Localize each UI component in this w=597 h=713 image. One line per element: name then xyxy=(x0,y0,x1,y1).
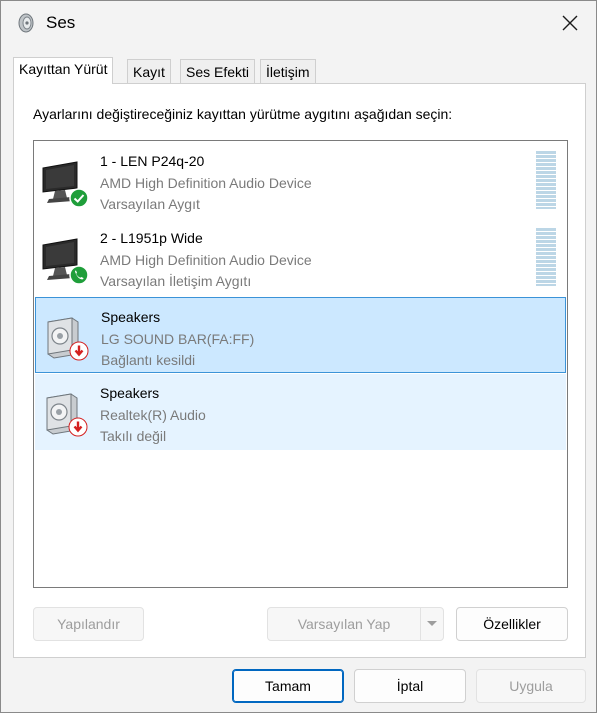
down-arrow-icon xyxy=(69,341,89,361)
device-status: Bağlantı kesildi xyxy=(101,352,196,368)
device-item[interactable]: Speakers Realtek(R) Audio Takılı değil xyxy=(35,374,566,450)
sound-dialog: Ses Kayıttan Yürüt Kayıt Ses Efekti İlet… xyxy=(0,0,597,713)
set-default-dropdown[interactable] xyxy=(420,607,444,641)
phone-icon xyxy=(69,265,89,285)
tab-communications[interactable]: İletişim xyxy=(260,59,316,83)
tab-recording[interactable]: Kayıt xyxy=(127,59,171,83)
device-description: AMD High Definition Audio Device xyxy=(100,175,312,191)
tab-sound-effects[interactable]: Ses Efekti xyxy=(180,59,256,83)
device-description: AMD High Definition Audio Device xyxy=(100,252,312,268)
device-name: Speakers xyxy=(100,385,160,401)
close-button[interactable] xyxy=(544,1,596,45)
device-description: Realtek(R) Audio xyxy=(100,407,206,423)
tab-playback[interactable]: Kayıttan Yürüt xyxy=(13,57,114,84)
apply-button[interactable]: Uygula xyxy=(476,669,586,703)
device-item[interactable]: 2 - L1951p Wide AMD High Definition Audi… xyxy=(35,219,566,295)
volume-meter xyxy=(536,228,556,286)
configure-button[interactable]: Yapılandır xyxy=(33,607,144,641)
window-title: Ses xyxy=(46,13,76,32)
speaker-icon xyxy=(18,13,34,33)
device-name: Speakers xyxy=(101,309,161,325)
down-arrow-icon xyxy=(68,417,88,437)
tab-panel: Ayarlarını değiştireceğiniz kayıttan yür… xyxy=(13,83,586,658)
device-status: Varsayılan Aygıt xyxy=(100,196,200,212)
device-description: LG SOUND BAR(FA:FF) xyxy=(101,331,255,347)
device-status: Takılı değil xyxy=(100,428,167,444)
title-bar[interactable]: Ses xyxy=(1,1,596,45)
chevron-down-icon xyxy=(427,621,437,626)
ok-button[interactable]: Tamam xyxy=(232,669,344,703)
properties-button[interactable]: Özellikler xyxy=(456,607,568,641)
device-name: 1 - LEN P24q-20 xyxy=(100,153,205,169)
default-check-icon xyxy=(69,188,89,208)
device-list[interactable]: 1 - LEN P24q-20 AMD High Definition Audi… xyxy=(33,140,568,588)
device-item[interactable]: 1 - LEN P24q-20 AMD High Definition Audi… xyxy=(35,142,566,218)
device-item-selected[interactable]: Speakers LG SOUND BAR(FA:FF) Bağlantı ke… xyxy=(35,297,566,373)
cancel-button[interactable]: İptal xyxy=(354,669,466,703)
device-name: 2 - L1951p Wide xyxy=(100,230,203,246)
set-default-button[interactable]: Varsayılan Yap xyxy=(267,607,421,641)
tab-strip: Kayıttan Yürüt Kayıt Ses Efekti İletişim xyxy=(13,57,586,84)
volume-meter xyxy=(536,151,556,209)
instruction-text: Ayarlarını değiştireceğiniz kayıttan yür… xyxy=(33,106,453,122)
device-status: Varsayılan İletişim Aygıtı xyxy=(100,273,252,289)
close-icon xyxy=(562,15,578,31)
